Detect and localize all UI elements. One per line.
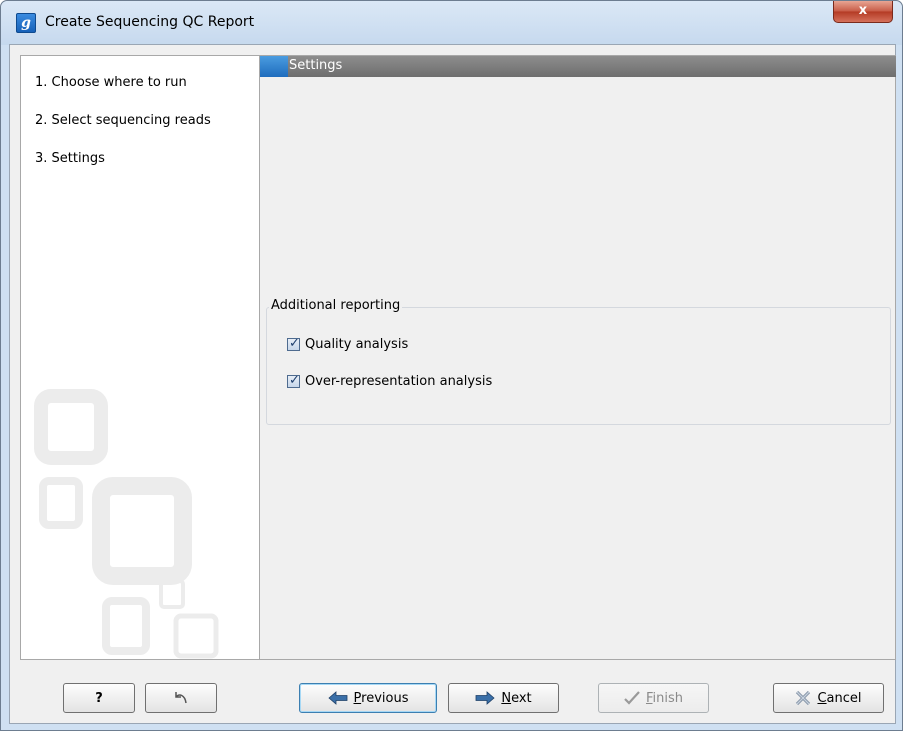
step-select-sequencing-reads: 2. Select sequencing reads	[35, 113, 211, 128]
close-button[interactable]: x	[833, 1, 893, 23]
over-representation-label: Over-representation analysis	[305, 374, 493, 389]
next-label: ext	[511, 690, 532, 706]
next-button[interactable]: Next	[448, 683, 559, 713]
group-title: Additional reporting	[269, 298, 403, 313]
over-representation-checkbox[interactable]	[287, 373, 300, 388]
dialog-body: 1. Choose where to run 2. Select sequenc…	[9, 44, 896, 724]
window-title: Create Sequencing QC Report	[45, 14, 255, 30]
arrow-right-icon	[475, 691, 495, 705]
title-bar[interactable]: g Create Sequencing QC Report x	[1, 1, 902, 45]
finish-button[interactable]: Finish	[598, 683, 709, 713]
over-representation-option[interactable]: Over-representation analysis	[287, 373, 493, 389]
cancel-mnemonic: C	[817, 690, 827, 706]
help-label: ?	[95, 690, 103, 706]
reset-button[interactable]	[145, 683, 217, 713]
previous-label: revious	[361, 690, 409, 706]
settings-panel: Settings Additional reporting Quality an…	[260, 55, 896, 660]
step-settings: 3. Settings	[35, 151, 105, 166]
dialog-window: g Create Sequencing QC Report x 1. Choos…	[0, 0, 903, 731]
quality-analysis-option[interactable]: Quality analysis	[287, 336, 409, 352]
header-accent	[260, 56, 288, 77]
reset-arrow-icon	[175, 692, 187, 704]
additional-reporting-group: Additional reporting Quality analysis Ov…	[266, 298, 891, 425]
next-mnemonic: N	[501, 690, 512, 706]
quality-analysis-checkbox[interactable]	[287, 336, 300, 351]
settings-header: Settings	[260, 56, 896, 77]
app-logo-icon: g	[16, 13, 36, 33]
cancel-label: ancel	[826, 690, 862, 706]
settings-header-title: Settings	[289, 58, 343, 73]
previous-button[interactable]: Previous	[299, 683, 437, 713]
previous-mnemonic: P	[353, 690, 362, 706]
help-button[interactable]: ?	[63, 683, 135, 713]
arrow-left-icon	[327, 691, 347, 705]
quality-analysis-label: Quality analysis	[305, 337, 409, 352]
watermark-logo-icon	[34, 389, 219, 659]
cancel-button[interactable]: Cancel	[773, 683, 884, 713]
close-icon: x	[858, 3, 868, 18]
cancel-x-icon	[796, 690, 811, 706]
steps-sidebar: 1. Choose where to run 2. Select sequenc…	[20, 55, 260, 660]
checkmark-icon	[624, 691, 640, 705]
step-choose-where-to-run: 1. Choose where to run	[35, 75, 187, 90]
finish-label: inish	[652, 690, 684, 706]
